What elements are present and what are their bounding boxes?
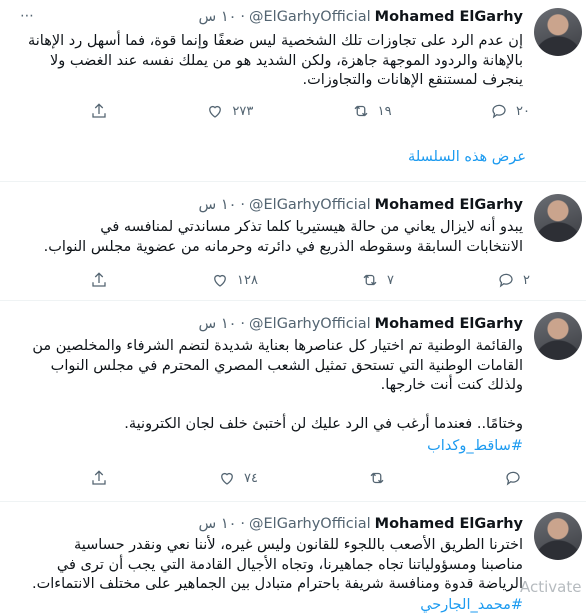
author-handle[interactable]: @ElGarhyOfficial: [249, 9, 371, 25]
heart-icon: [209, 105, 222, 118]
tweet[interactable]: Mohamed ElGarhy @ElGarhyOfficial · ١٠ س …: [0, 502, 586, 613]
tweet-time[interactable]: ١٠ س: [199, 197, 237, 213]
tweet-text: إن عدم الرد على تجاوزات تلك الشخصية ليس …: [27, 33, 523, 88]
like-count: ٧٤: [244, 470, 258, 486]
author-name[interactable]: Mohamed ElGarhy: [375, 197, 523, 213]
like-count: ١٢٨: [237, 272, 258, 288]
reply-button[interactable]: ٢: [497, 271, 530, 289]
avatar[interactable]: [534, 512, 582, 560]
tweet-text: اخترنا الطريق الأصعب باللجوء للقانون ولي…: [32, 537, 523, 592]
heart-icon: [214, 274, 226, 287]
hashtag-link[interactable]: #محمد_الجارحي: [13, 596, 523, 616]
separator-dot: ·: [240, 9, 245, 25]
author-handle[interactable]: @ElGarhyOfficial: [249, 316, 371, 332]
retweet-icon: [363, 274, 377, 286]
tweet-time[interactable]: ١٠ س: [199, 9, 237, 25]
tweet[interactable]: Mohamed ElGarhy @ElGarhyOfficial · ١٠ س …: [0, 301, 586, 502]
like-button[interactable]: ٢٧٣: [206, 102, 253, 120]
share-button[interactable]: [90, 469, 108, 487]
share-icon: [92, 103, 106, 118]
tweet[interactable]: Mohamed ElGarhy @ElGarhyOfficial · ١٠ س …: [0, 182, 586, 301]
share-button[interactable]: [90, 271, 108, 289]
tweet-text: والقائمة الوطنية تم اختيار كل عناصرها بع…: [32, 338, 523, 432]
separator-dot: ·: [240, 316, 245, 332]
avatar[interactable]: [534, 8, 582, 56]
reply-icon: [506, 471, 520, 486]
retweet-count: ٧: [386, 272, 394, 288]
reply-icon: [499, 273, 513, 288]
reply-count: ٢٠: [516, 103, 530, 119]
author-name[interactable]: Mohamed ElGarhy: [375, 316, 523, 332]
like-button[interactable]: ٧٤: [218, 469, 258, 487]
author-name[interactable]: Mohamed ElGarhy: [375, 516, 523, 532]
author-handle[interactable]: @ElGarhyOfficial: [249, 516, 371, 532]
author-name[interactable]: Mohamed ElGarhy: [375, 9, 523, 25]
like-button[interactable]: ١٢٨: [211, 271, 258, 289]
reply-button[interactable]: [504, 469, 530, 487]
author-handle[interactable]: @ElGarhyOfficial: [249, 197, 371, 213]
avatar[interactable]: [534, 194, 582, 242]
share-button[interactable]: [90, 102, 108, 120]
hashtag-link[interactable]: #ساقط_وكداب: [13, 437, 523, 457]
like-count: ٢٧٣: [232, 103, 254, 119]
tweet-text: يبدو أنه لايزال يعاني من حالة هيستيريا ك…: [43, 219, 523, 255]
reply-button[interactable]: ٢٠: [490, 102, 530, 120]
retweet-button[interactable]: [368, 469, 394, 487]
avatar[interactable]: [534, 312, 582, 360]
tweet[interactable]: ⋯ Mohamed ElGarhy @ElGarhyOfficial · ١٠ …: [0, 0, 586, 182]
more-options-icon[interactable]: ⋯: [20, 8, 35, 24]
heart-icon: [221, 472, 233, 485]
separator-dot: ·: [240, 516, 245, 532]
reply-icon: [492, 104, 506, 119]
tweet-time[interactable]: ١٠ س: [199, 516, 237, 532]
activate-watermark: Activate: [520, 578, 582, 596]
retweet-icon: [370, 472, 384, 484]
retweet-icon: [354, 105, 368, 117]
separator-dot: ·: [240, 197, 245, 213]
retweet-button[interactable]: ٧: [361, 271, 394, 289]
share-icon: [92, 272, 106, 287]
retweet-count: ١٩: [377, 103, 392, 119]
show-thread-link[interactable]: عرض هذه السلسلة: [408, 149, 526, 165]
share-icon: [92, 470, 106, 485]
tweet-time[interactable]: ١٠ س: [199, 316, 237, 332]
reply-count: ٢: [522, 272, 530, 288]
retweet-button[interactable]: ١٩: [352, 102, 392, 120]
